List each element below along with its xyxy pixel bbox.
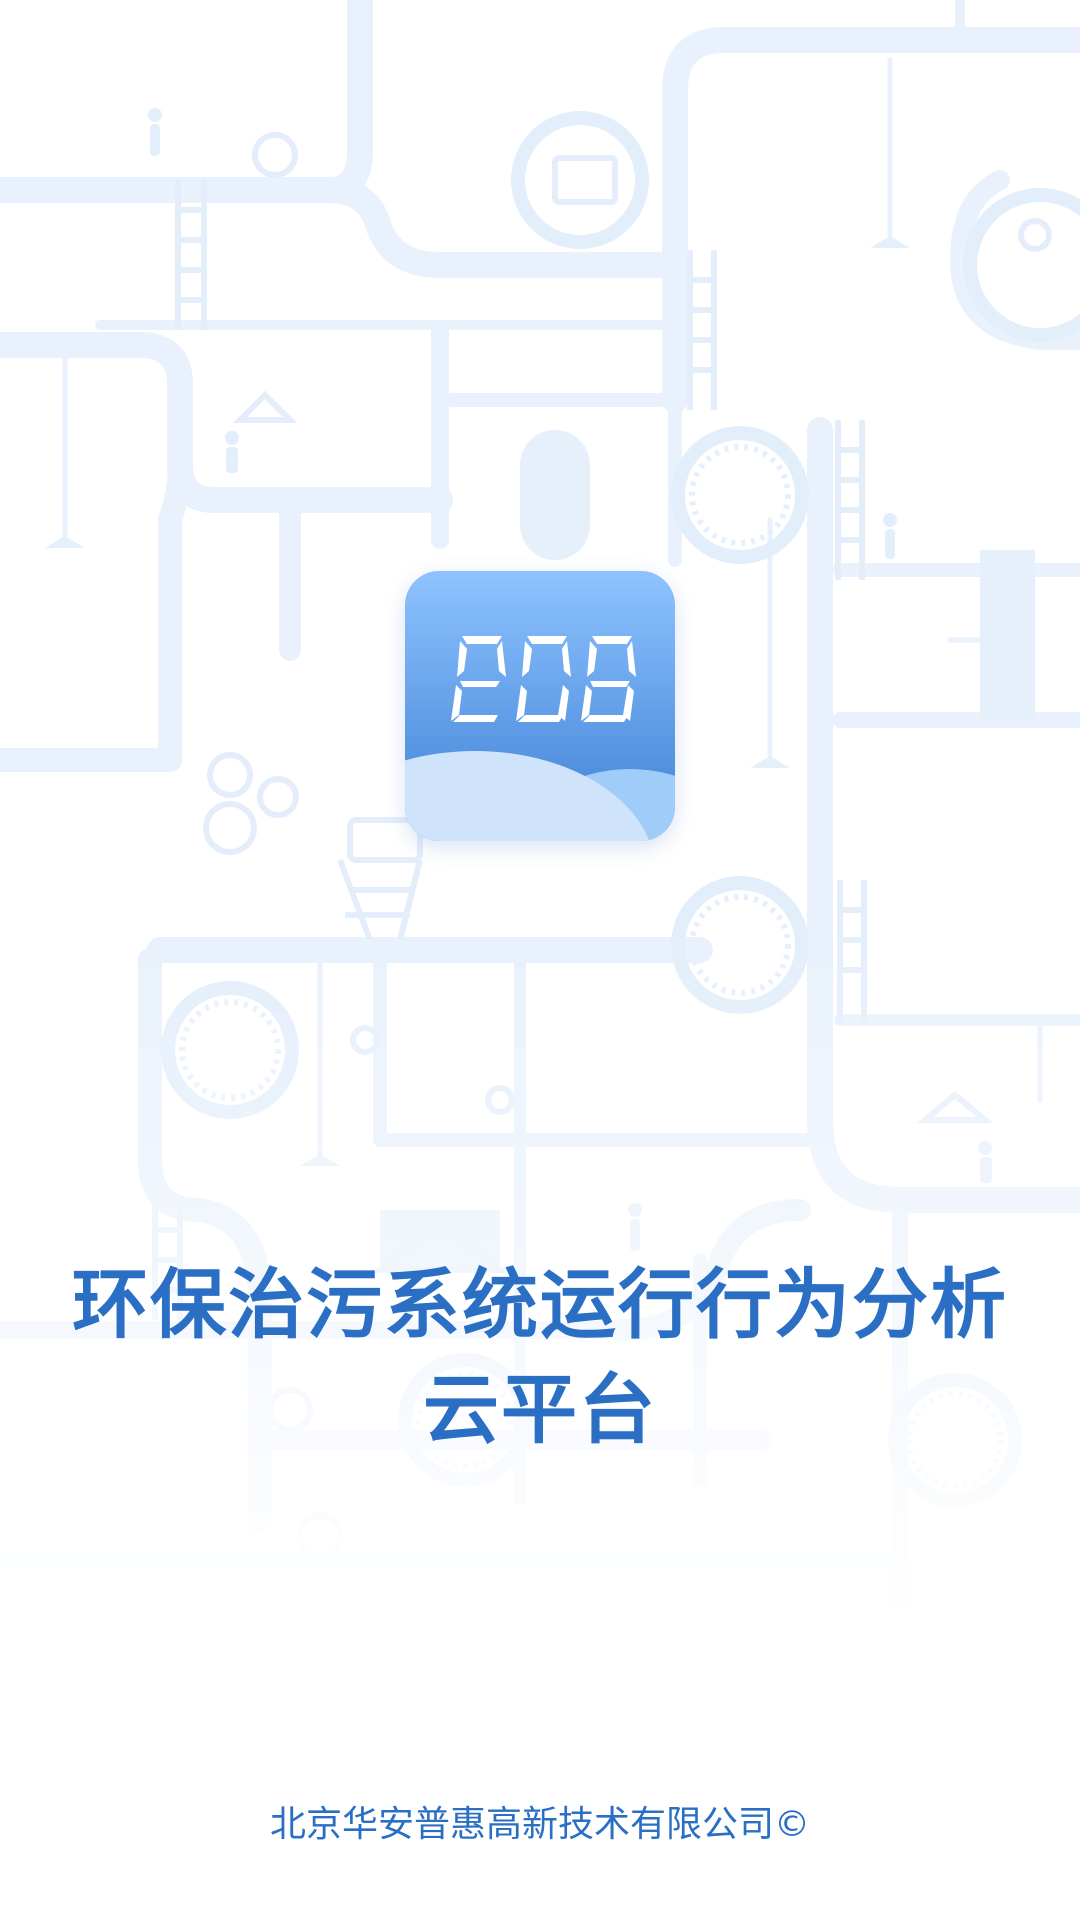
background-fade bbox=[0, 0, 1080, 1920]
copyright-text: 北京华安普惠高新技术有限公司© bbox=[269, 1804, 810, 1845]
app-title-line-2: 云平台 bbox=[423, 1365, 657, 1454]
app-title-line-1: 环保治污系统运行行为分析 bbox=[72, 1260, 1008, 1349]
splash-screen: 环保治污系统运行行为分析 云平台 北京华安普惠高新技术有限公司© bbox=[0, 0, 1080, 1920]
app-logo-icon bbox=[405, 571, 675, 841]
